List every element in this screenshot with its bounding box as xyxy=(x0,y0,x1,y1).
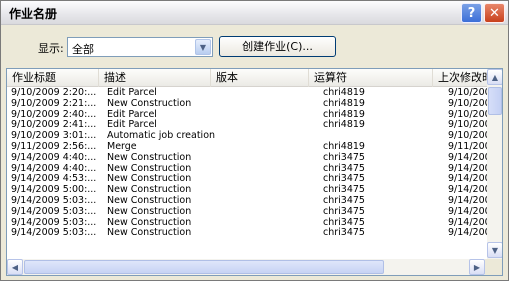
cell-last-modified: 9/10/200 xyxy=(448,119,491,131)
cell-job-title: 9/10/2009 2:40:... xyxy=(11,108,97,120)
cell-description: New Construction xyxy=(107,184,192,196)
cell-last-modified: 9/11/200 xyxy=(448,140,491,152)
cell-operator: chri3475 xyxy=(323,205,365,217)
cell-operator: chri3475 xyxy=(323,162,365,174)
scroll-right-button[interactable]: ▶ xyxy=(469,259,485,275)
cell-operator: chri4819 xyxy=(323,87,365,98)
cell-job-title: 9/14/2009 4:40:... xyxy=(11,162,97,174)
cell-operator: chri3475 xyxy=(323,184,365,196)
show-filter-value: 全部 xyxy=(72,43,94,56)
cell-job-title: 9/10/2009 3:01:... xyxy=(11,130,97,142)
help-icon: ? xyxy=(467,5,476,21)
cell-description: Automatic job creation xyxy=(107,130,216,142)
close-button[interactable]: ✕ xyxy=(484,3,505,23)
table-row[interactable]: 9/14/2009 5:03:... New Construction chri34… xyxy=(7,227,491,239)
cell-job-title: 9/14/2009 5:03:... xyxy=(11,216,97,228)
cell-operator: chri3475 xyxy=(323,227,365,239)
cell-operator: chri3475 xyxy=(323,216,365,228)
cell-description: New Construction xyxy=(107,173,192,185)
cell-job-title: 9/14/2009 5:00:... xyxy=(11,184,97,196)
cell-last-modified: 9/14/200 xyxy=(448,194,491,206)
create-job-button[interactable]: 创建作业(C)... xyxy=(219,36,336,57)
chevron-up-icon: ▲ xyxy=(491,72,499,82)
vertical-scrollbar[interactable]: ▲ ▼ xyxy=(487,69,502,259)
filter-toolbar: 显示: 全部 ▼ 创建作业(C)... xyxy=(1,27,508,67)
close-icon: ✕ xyxy=(489,5,500,21)
cell-description: New Construction xyxy=(107,151,192,163)
job-list[interactable]: 作业标题 描述 版本 运算符 上次修改时 9/10/2009 2:20:... E… xyxy=(6,68,503,276)
cell-last-modified: 9/10/200 xyxy=(448,97,491,109)
cell-last-modified: 9/14/200 xyxy=(448,205,491,217)
cell-description: New Construction xyxy=(107,227,192,239)
horizontal-scroll-thumb[interactable] xyxy=(24,260,384,274)
cell-job-title: 9/14/2009 5:03:... xyxy=(11,227,97,239)
column-header-operator[interactable]: 运算符 xyxy=(309,69,433,87)
list-header: 作业标题 描述 版本 运算符 上次修改时 xyxy=(7,69,493,87)
show-filter-dropdown[interactable]: 全部 ▼ xyxy=(67,37,213,57)
cell-job-title: 9/14/2009 4:53:... xyxy=(11,173,97,185)
cell-operator: chri4819 xyxy=(323,140,365,152)
cell-last-modified: 9/10/200 xyxy=(448,130,491,142)
cell-last-modified: 9/14/200 xyxy=(448,184,491,196)
cell-last-modified: 9/14/200 xyxy=(448,173,491,185)
cell-job-title: 9/14/2009 4:40:... xyxy=(11,151,97,163)
cell-operator: chri3475 xyxy=(323,194,365,206)
chevron-down-icon: ▼ xyxy=(491,245,499,255)
chevron-down-icon[interactable]: ▼ xyxy=(195,39,211,55)
cell-job-title: 9/14/2009 5:03:... xyxy=(11,205,97,217)
scroll-left-button[interactable]: ◀ xyxy=(7,259,23,275)
cell-description: Edit Parcel xyxy=(107,119,157,131)
cell-description: New Construction xyxy=(107,97,192,109)
cell-operator: chri4819 xyxy=(323,97,365,109)
title-bar: 作业名册 ? ✕ xyxy=(1,1,508,25)
cell-operator: chri4819 xyxy=(323,119,365,131)
cell-last-modified: 9/14/200 xyxy=(448,227,491,239)
horizontal-scrollbar[interactable]: ◀ ▶ xyxy=(7,259,487,275)
cell-description: Edit Parcel xyxy=(107,87,157,98)
vertical-scroll-thumb[interactable] xyxy=(488,87,502,115)
cell-description: New Construction xyxy=(107,205,192,217)
cell-last-modified: 9/14/200 xyxy=(448,151,491,163)
cell-job-title: 9/10/2009 2:20:... xyxy=(11,87,97,98)
cell-operator: chri3475 xyxy=(323,173,365,185)
cell-operator: chri3475 xyxy=(323,151,365,163)
cell-description: New Construction xyxy=(107,194,192,206)
help-button[interactable]: ? xyxy=(461,3,482,23)
cell-description: New Construction xyxy=(107,162,192,174)
cell-operator: chri4819 xyxy=(323,108,365,120)
chevron-left-icon: ◀ xyxy=(11,262,19,272)
cell-job-title: 9/14/2009 5:03:... xyxy=(11,194,97,206)
cell-description: New Construction xyxy=(107,216,192,228)
cell-description: Edit Parcel xyxy=(107,108,157,120)
cell-description: Merge xyxy=(107,140,137,152)
scroll-up-button[interactable]: ▲ xyxy=(487,69,502,85)
cell-last-modified: 9/10/200 xyxy=(448,87,491,98)
cell-job-title: 9/10/2009 2:41:... xyxy=(11,119,97,131)
column-header-description[interactable]: 描述 xyxy=(99,69,211,87)
cell-last-modified: 9/14/200 xyxy=(448,162,491,174)
job-registry-dialog: 作业名册 ? ✕ 显示: 全部 ▼ 创建作业(C)... 作业标题 描述 版本 … xyxy=(0,0,509,281)
cell-job-title: 9/11/2009 2:56:... xyxy=(11,140,97,152)
show-label: 显示: xyxy=(38,42,64,55)
column-header-job-title[interactable]: 作业标题 xyxy=(7,69,99,87)
cell-last-modified: 9/10/200 xyxy=(448,108,491,120)
window-title: 作业名册 xyxy=(9,7,58,21)
scroll-down-button[interactable]: ▼ xyxy=(487,242,502,258)
chevron-right-icon: ▶ xyxy=(473,262,481,272)
column-header-version[interactable]: 版本 xyxy=(211,69,309,87)
cell-last-modified: 9/14/200 xyxy=(448,216,491,228)
list-rows: 9/10/2009 2:20:... Edit Parcel chri4819 9/1… xyxy=(7,87,491,239)
cell-job-title: 9/10/2009 2:21:... xyxy=(11,97,97,109)
column-header-last-modified[interactable]: 上次修改时 xyxy=(433,69,493,87)
scroll-corner xyxy=(485,259,502,275)
